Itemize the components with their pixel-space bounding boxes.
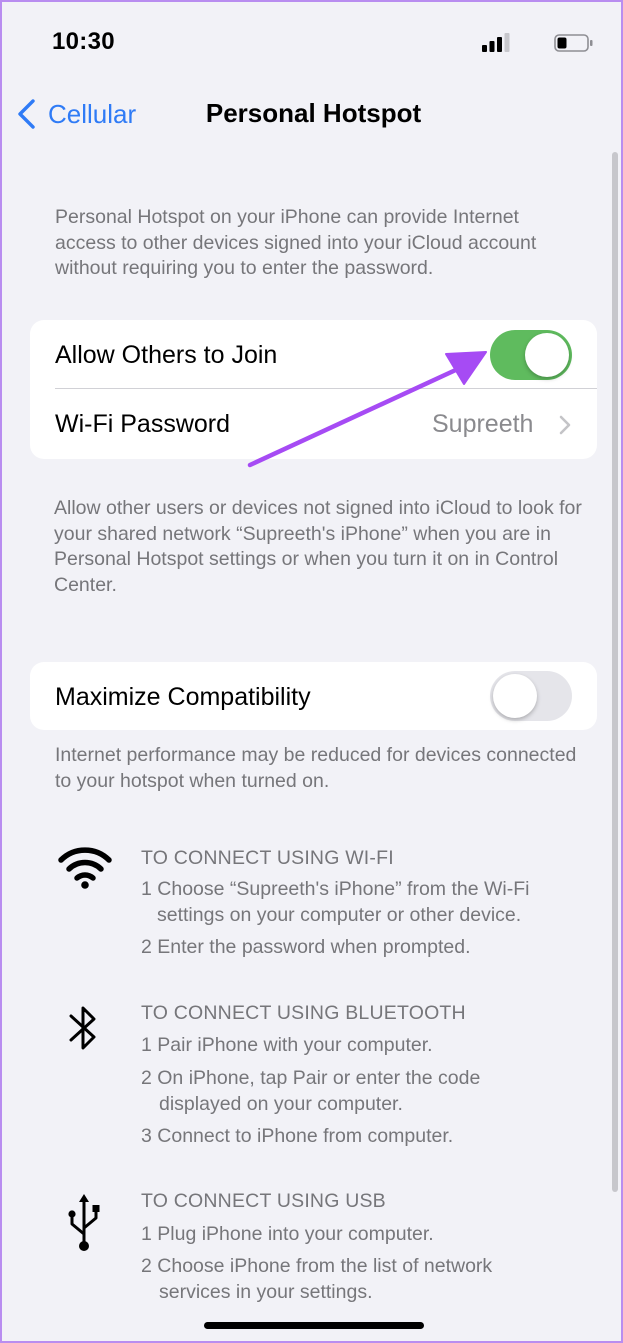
page-title: Personal Hotspot xyxy=(205,98,422,128)
allow-others-footer: Allow other users or devices not signed … xyxy=(54,497,582,596)
screen: 10:30 Cellular Personal Hotspot Personal… xyxy=(0,0,623,1343)
usb-step-1: 1 Plug iPhone into your computer. xyxy=(141,1223,434,1245)
wifi-instructions-heading: TO CONNECT USING WI-FI xyxy=(141,847,394,869)
status-time: 10:30 xyxy=(52,28,115,55)
toggle-knob xyxy=(525,333,569,377)
wifi-icon xyxy=(58,847,112,889)
bluetooth-step-3: 3 Connect to iPhone from computer. xyxy=(141,1125,454,1147)
intro-description: Personal Hotspot on your iPhone can prov… xyxy=(55,206,537,279)
cellular-signal-icon xyxy=(482,33,510,52)
wifi-password-value: Supreeth xyxy=(432,410,534,438)
toggle-knob xyxy=(493,674,537,718)
home-indicator[interactable] xyxy=(204,1322,424,1329)
bluetooth-instructions-heading: TO CONNECT USING BLUETOOTH xyxy=(141,1002,466,1024)
wifi-step-2: 2 Enter the password when prompted. xyxy=(141,936,471,958)
compatibility-footer: Internet performance may be reduced for … xyxy=(55,744,577,792)
bluetooth-step-2: 2 On iPhone, tap Pair or enter the code xyxy=(141,1067,481,1089)
battery-icon xyxy=(554,34,593,52)
usb-icon xyxy=(68,1194,100,1251)
bluetooth-step-2-cont: displayed on your computer. xyxy=(159,1093,403,1115)
maximize-compatibility-toggle[interactable] xyxy=(490,671,572,721)
bluetooth-step-1: 1 Pair iPhone with your computer. xyxy=(141,1034,433,1056)
chevron-right-icon xyxy=(559,415,571,435)
usb-instructions-heading: TO CONNECT USING USB xyxy=(141,1190,386,1212)
allow-others-label: Allow Others to Join xyxy=(55,341,278,369)
usb-step-2: 2 Choose iPhone from the list of network xyxy=(141,1255,493,1277)
bluetooth-icon xyxy=(69,1006,96,1050)
wifi-password-label: Wi-Fi Password xyxy=(55,410,231,438)
scroll-indicator[interactable] xyxy=(612,152,618,1192)
wifi-step-1: 1 Choose “Supreeth's iPhone” from the Wi… xyxy=(141,878,530,900)
usb-step-2-cont: services in your settings. xyxy=(159,1281,373,1303)
wifi-step-1-cont: settings on your computer or other devic… xyxy=(157,904,522,926)
maximize-compatibility-label: Maximize Compatibility xyxy=(55,683,311,711)
allow-others-toggle[interactable] xyxy=(490,330,572,380)
